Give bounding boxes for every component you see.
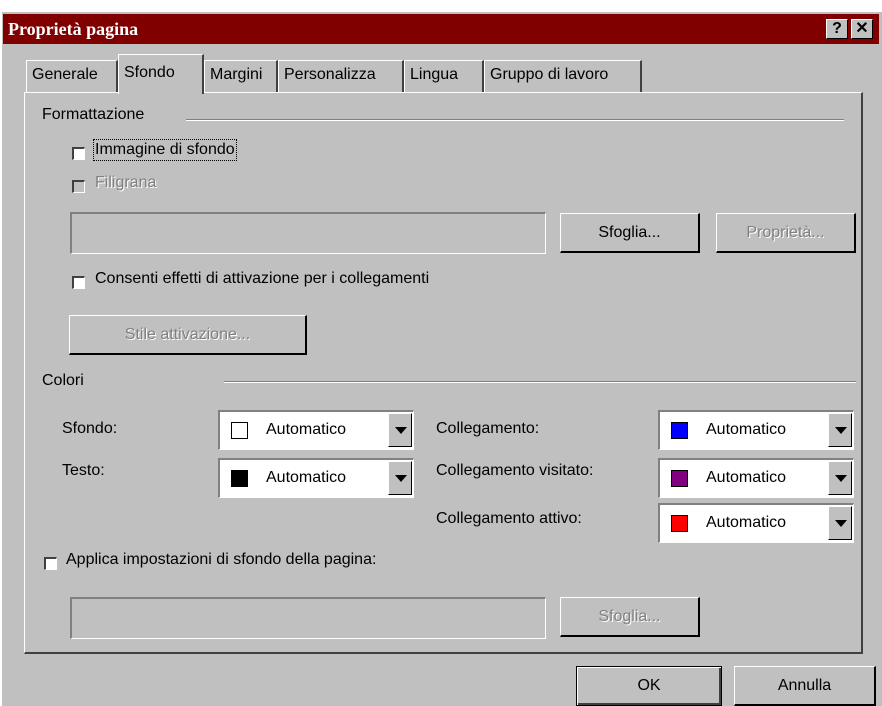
dropdown-value: Automatico [706,514,787,531]
help-button[interactable]: ? [826,19,848,39]
immagine-di-sfondo-label[interactable]: Immagine di sfondo [93,139,237,161]
chevron-down-icon[interactable] [828,413,852,447]
collegamento-attivo-dropdown[interactable]: Automatico [658,503,854,543]
tab-personalizza[interactable]: Personalizza [278,60,404,92]
collegamento-color-dropdown[interactable]: Automatico [658,410,854,450]
filigrana-checkbox [72,180,85,193]
collegamento-visitato-label: Collegamento visitato: [436,462,594,479]
dropdown-value: Automatico [706,421,787,438]
ok-button[interactable]: OK [576,666,722,706]
testo-color-label: Testo: [62,462,105,479]
close-button[interactable]: ✕ [851,19,873,39]
color-swatch [671,515,688,532]
sfoglia-button[interactable]: Sfoglia... [560,213,700,253]
close-icon: ✕ [855,20,869,37]
collegamento-color-label: Collegamento: [436,420,540,437]
immagine-di-sfondo-checkbox[interactable] [72,147,85,160]
section-divider [224,381,856,383]
chevron-down-icon[interactable] [388,461,412,495]
section-formattazione: Formattazione [38,106,149,124]
tab-sfondo[interactable]: Sfondo [118,54,204,94]
proprieta-button: Proprietà... [716,213,856,253]
collegamento-attivo-label: Collegamento attivo: [436,510,582,527]
color-swatch [671,470,688,487]
chevron-down-icon[interactable] [828,506,852,540]
color-swatch [671,422,688,439]
image-path-field [70,212,546,254]
applica-path-field [70,597,546,639]
tab-lingua[interactable]: Lingua [404,60,484,92]
sfondo-color-dropdown[interactable]: Automatico [218,410,414,450]
collegamento-visitato-dropdown[interactable]: Automatico [658,458,854,498]
applica-sfoglia-button: Sfoglia... [560,597,700,637]
color-swatch [231,470,248,487]
effetti-attivazione-checkbox[interactable] [72,276,85,289]
sfondo-color-label: Sfondo: [62,420,118,437]
tab-generale[interactable]: Generale [26,60,118,92]
dropdown-value: Automatico [266,469,347,486]
testo-color-dropdown[interactable]: Automatico [218,458,414,498]
tab-gruppo-di-lavoro[interactable]: Gruppo di lavoro [484,60,642,92]
effetti-attivazione-label[interactable]: Consenti effetti di attivazione per i co… [95,270,429,288]
dropdown-value: Automatico [266,421,347,438]
tab-margini[interactable]: Margini [204,60,278,92]
annulla-button[interactable]: Annulla [734,666,876,706]
applica-impostazioni-checkbox[interactable] [44,557,57,570]
dropdown-value: Automatico [706,469,787,486]
applica-impostazioni-label[interactable]: Applica impostazioni di sfondo della pag… [66,551,376,569]
chevron-down-icon[interactable] [388,413,412,447]
color-swatch [231,422,248,439]
section-colori: Colori [38,372,88,390]
filigrana-label: Filigrana [95,174,157,191]
chevron-down-icon[interactable] [828,461,852,495]
dialog-title: Proprietà pagina [8,19,139,39]
section-divider [186,119,844,121]
stile-attivazione-button: Stile attivazione... [69,315,307,355]
